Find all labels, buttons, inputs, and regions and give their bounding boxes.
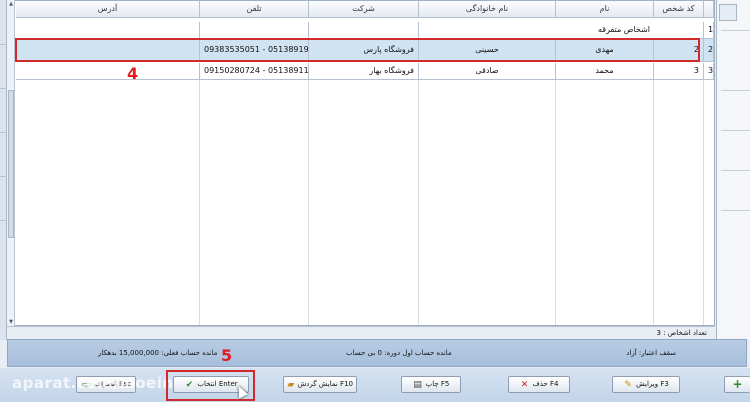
table-row[interactable]: اشخاص متفرقه 1 [16, 22, 714, 39]
col-header-rownum [704, 1, 714, 18]
row-number: 3 [704, 63, 714, 80]
row-number: 2 [704, 39, 714, 62]
col-header-code[interactable]: کد شخص [654, 1, 704, 18]
left-edge-strip [0, 0, 7, 340]
grid-vertical-scrollbar[interactable]: ▲ ▼ [7, 0, 15, 326]
col-header-company[interactable]: شرکت [309, 1, 419, 18]
step-4-annotation: 4 [127, 64, 139, 83]
grid-header: آدرس تلفن شرکت نام خانوادگی نام کد شخص [16, 1, 714, 18]
edit-button[interactable]: ✎ ویرایش F3 [612, 376, 680, 393]
pencil-icon: ✎ [624, 379, 632, 390]
balance-info-bar: سقف اعتبار: آزاد مانده حساب اول دوره: 0 … [7, 339, 747, 367]
selection-highlight-annotation [15, 38, 700, 62]
print-button[interactable]: ▤ چاپ F5 [401, 376, 461, 393]
delete-button[interactable]: ✕ حذف F4 [508, 376, 570, 393]
credit-limit-label: سقف اعتبار: آزاد [626, 349, 676, 357]
scroll-up-icon[interactable]: ▲ [8, 1, 14, 7]
current-balance-label: مانده حساب فعلی: 15,000,000 بدهکار [98, 349, 218, 357]
cell-family: صادقی [419, 63, 556, 80]
printer-icon: ▤ [413, 379, 422, 390]
delete-x-icon: ✕ [520, 379, 529, 390]
col-header-phone[interactable]: تلفن [200, 1, 309, 18]
persons-count: تعداد اشخاص : 3 [7, 326, 715, 339]
step-5-annotation: 5 [221, 346, 233, 365]
col-header-address[interactable]: آدرس [16, 1, 200, 18]
cell-company: فروشگاه بهار [309, 63, 419, 80]
table-row[interactable]: 09150280724 - 05138911801 فروشگاه بهار ص… [16, 63, 714, 80]
cell-name: محمد [556, 63, 654, 80]
col-header-name[interactable]: نام [556, 1, 654, 18]
cell-name: اشخاص متفرقه [419, 22, 654, 39]
add-button[interactable]: + [724, 376, 750, 393]
scroll-thumb[interactable] [8, 90, 14, 238]
cell-code: 3 [654, 63, 704, 80]
scroll-down-icon[interactable]: ▼ [8, 319, 14, 325]
opening-balance-label: مانده حساب اول دوره: 0 بی حساب [346, 349, 452, 357]
folder-icon: ▰ [287, 379, 295, 390]
right-side-panel [716, 0, 750, 340]
cell-phone: 09150280724 - 05138911801 [200, 63, 309, 80]
side-tab[interactable] [719, 4, 737, 21]
show-turnover-button[interactable]: ▰ نمایش گردش F10 [283, 376, 357, 393]
watermark: aparat.com/moein [12, 374, 174, 392]
col-header-family[interactable]: نام خانوادگی [419, 1, 556, 18]
row-number: 1 [704, 22, 714, 39]
